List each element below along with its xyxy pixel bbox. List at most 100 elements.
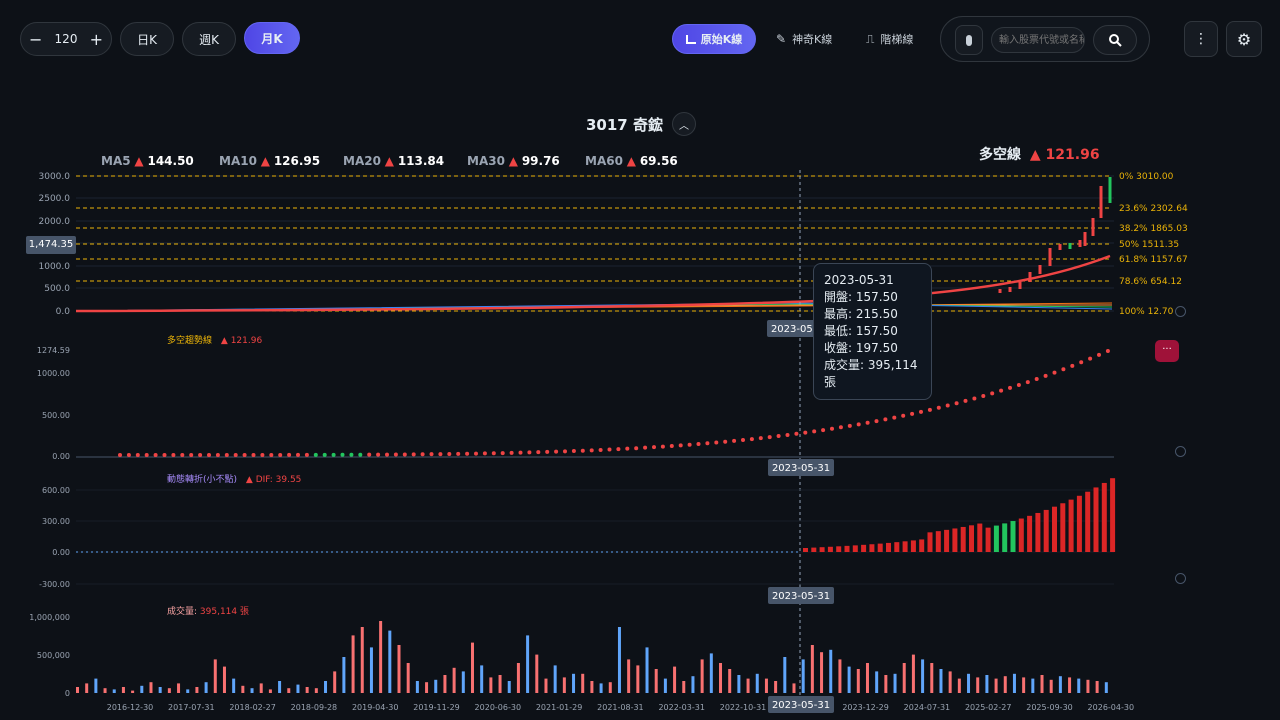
- volume-bar: [406, 663, 410, 693]
- volume-bar: [480, 665, 484, 693]
- trend-dot: [732, 438, 737, 443]
- volume-bar: [76, 687, 79, 693]
- dif-bar: [952, 528, 958, 552]
- x-date-label: 2018-09-28: [291, 703, 338, 712]
- volume-bar: [911, 654, 915, 693]
- trend-dot: [367, 452, 372, 457]
- dif-bar: [1110, 478, 1116, 552]
- candle: [1078, 240, 1082, 247]
- volume-bar: [314, 688, 318, 693]
- volume-bar: [562, 677, 566, 693]
- trend-dot: [536, 450, 541, 455]
- trend-dot: [972, 396, 977, 401]
- trend-dot: [349, 452, 354, 457]
- volume-bar: [1031, 678, 1035, 693]
- dif-bar: [1002, 523, 1008, 552]
- trend-dot: [527, 450, 532, 455]
- trend-dot: [447, 451, 452, 456]
- x-date-label: 2021-08-31: [597, 703, 644, 712]
- volume-bar: [85, 683, 89, 693]
- volume-bar: [783, 657, 787, 693]
- volume-bar: [489, 677, 493, 693]
- dif-bar: [819, 547, 825, 552]
- trend-dot: [874, 419, 879, 424]
- panel2-toggle[interactable]: [1175, 446, 1186, 457]
- volume-bar: [278, 681, 282, 693]
- volume-bar: [241, 685, 245, 693]
- trend-dot: [171, 452, 176, 457]
- volume-bar: [149, 682, 153, 693]
- volume-bar: [131, 690, 135, 693]
- volume-bar: [728, 669, 732, 693]
- trend-dot: [545, 449, 550, 454]
- volume-bar: [654, 669, 658, 693]
- dif-bar: [811, 547, 817, 552]
- candle: [1048, 248, 1052, 266]
- volume-bar: [865, 663, 869, 693]
- cursor-date-label: 2023-05-31: [772, 463, 830, 474]
- trend-dot: [402, 452, 407, 457]
- candle: [1091, 218, 1095, 236]
- panel2-label: 多空趨勢線: [167, 336, 213, 346]
- volume-bar: [397, 645, 401, 693]
- trend-dot: [758, 436, 763, 441]
- dif-bar: [827, 546, 833, 552]
- x-date-label: 2017-07-31: [168, 703, 215, 712]
- trend-dot: [945, 403, 950, 408]
- trend-dot: [135, 453, 140, 457]
- volume-bar: [801, 659, 805, 693]
- trend-dot: [1097, 352, 1101, 357]
- x-date-label: 2021-01-29: [536, 703, 583, 712]
- trend-dot: [571, 449, 576, 454]
- panel3-toggle[interactable]: [1175, 573, 1186, 584]
- panel1-toggle[interactable]: [1175, 306, 1186, 317]
- trend-dot: [901, 413, 906, 418]
- trend-dot: [233, 452, 238, 457]
- panel2-tick-label: 1000.00: [37, 369, 70, 378]
- volume-bar: [985, 675, 989, 693]
- dif-bar: [1085, 491, 1091, 552]
- x-date-label: 2019-11-29: [413, 703, 460, 712]
- volume-bar: [1049, 679, 1053, 693]
- trend-dot: [999, 388, 1004, 393]
- trend-dot: [554, 449, 559, 454]
- panel3-legend: 動態轉折(小不點) ▲ DIF: 39.55: [167, 472, 301, 485]
- volume-bar: [893, 673, 897, 693]
- volume-bar: [1003, 676, 1007, 693]
- trend-dot: [1016, 383, 1021, 388]
- volume-bar: [829, 649, 833, 693]
- volume-bar: [682, 681, 686, 693]
- trend-dot: [465, 451, 470, 456]
- trend-dot: [269, 452, 274, 457]
- volume-bar: [342, 657, 346, 693]
- volume-bar: [847, 666, 851, 693]
- price-tick-label: 2500.0: [39, 194, 71, 204]
- candle: [1038, 265, 1042, 274]
- volume-bar: [645, 647, 649, 693]
- price-tick-label: 1000.0: [39, 262, 71, 272]
- trend-dot: [856, 422, 861, 427]
- dif-bar: [927, 532, 933, 552]
- panel3-tick-label: 300.00: [42, 517, 70, 526]
- volume-bar: [764, 678, 768, 693]
- trend-dot: [260, 452, 265, 457]
- dif-bar: [1043, 509, 1049, 552]
- panel-menu-button[interactable]: ···: [1155, 340, 1179, 362]
- trend-dot: [776, 434, 781, 439]
- trend-dot: [927, 407, 932, 412]
- trend-dot: [607, 447, 612, 452]
- dif-bar: [1068, 499, 1074, 552]
- volume-bar: [627, 659, 631, 693]
- volume-bar: [158, 687, 162, 693]
- volume-bar: [856, 669, 860, 693]
- x-date-label: 2026-04-30: [1088, 703, 1135, 712]
- cursor-date-label: 2023-05-31: [772, 700, 830, 711]
- trend-dot: [215, 452, 220, 457]
- dif-bar: [1076, 495, 1082, 552]
- volume-bar: [948, 671, 952, 693]
- trend-dot: [705, 441, 710, 446]
- tooltip: 2023-05-31 開盤: 157.50 最高: 215.50 最低: 157…: [813, 263, 932, 400]
- trend-dot: [652, 445, 656, 450]
- trend-dot: [749, 437, 754, 442]
- volume-bar: [250, 688, 254, 693]
